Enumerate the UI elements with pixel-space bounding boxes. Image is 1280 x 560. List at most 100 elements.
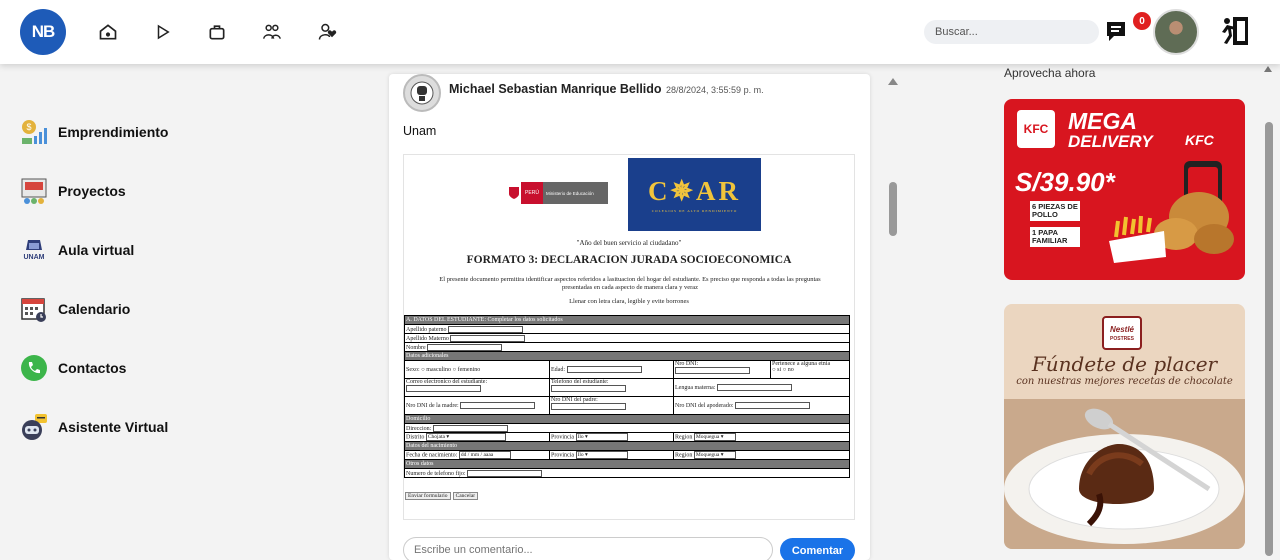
kfc-food-image xyxy=(1109,161,1234,263)
ads-heading: Aprovecha ahora xyxy=(1004,66,1096,80)
region-select[interactable]: Moquegua ▾ xyxy=(693,433,736,441)
scrollbar-thumb[interactable] xyxy=(1265,122,1273,556)
feed-scrollbar[interactable] xyxy=(884,74,902,560)
projects-icon xyxy=(20,177,48,205)
sidebar-item-emprendimiento[interactable]: $ Emprendimiento xyxy=(20,115,168,149)
ministry-label: Ministerio de Educación xyxy=(543,182,608,204)
entrepreneurship-icon: $ xyxy=(20,118,48,146)
region-nac-select[interactable]: Moquegua ▾ xyxy=(693,451,736,459)
fecha-nacimiento-field[interactable]: dd / mm / aaaa xyxy=(458,451,511,459)
form-label: Region xyxy=(675,434,693,441)
sidebar-item-asistente-virtual[interactable]: Asistente Virtual xyxy=(20,410,168,444)
form-buttons: Enviar formulario Cancelar xyxy=(405,492,480,500)
dni-field[interactable] xyxy=(675,367,750,374)
coar-logo: C✵AR COLEGIOS DE ALTO RENDIMIENTO xyxy=(628,158,761,231)
coar-subtitle: COLEGIOS DE ALTO RENDIMIENTO xyxy=(651,209,738,213)
doc-intro: El presente documento permitira identifi… xyxy=(439,276,821,291)
comment-input[interactable] xyxy=(403,537,773,560)
chocolate-cake-image xyxy=(1004,399,1245,549)
form-label: Sexo: xyxy=(406,366,420,373)
form-label: Apellido Materno xyxy=(406,335,449,342)
home-icon[interactable] xyxy=(95,19,121,45)
phone-icon xyxy=(20,354,48,382)
lengua-field[interactable] xyxy=(716,384,792,391)
sidebar-item-label: Aula virtual xyxy=(58,242,135,258)
scroll-up-arrow-icon[interactable] xyxy=(1264,66,1272,72)
sidebar-item-contactos[interactable]: Contactos xyxy=(20,351,126,385)
form-label: Nro DNI de la madre: xyxy=(406,402,459,409)
dni-padre-field[interactable] xyxy=(551,403,626,410)
post-card: Michael Sebastian Manrique Bellido 28/8/… xyxy=(389,74,870,560)
doc-title: FORMATO 3: DECLARACION JURADA SOCIOECONO… xyxy=(466,254,792,266)
kfc-offer-fries: 1 PAPA FAMILIAR xyxy=(1030,227,1080,247)
scroll-up-arrow-icon[interactable] xyxy=(888,78,898,85)
scrollbar-thumb[interactable] xyxy=(889,182,897,236)
etnia-radio[interactable]: ○ si ○ no xyxy=(772,367,794,373)
sidebar-item-calendario[interactable]: Calendario xyxy=(20,292,130,326)
post-author-name[interactable]: Michael Sebastian Manrique Bellido xyxy=(449,82,662,96)
doc-year-motto: "Año del buen servicio al ciudadano" xyxy=(576,239,682,247)
play-icon[interactable] xyxy=(150,19,176,45)
sidebar-item-proyectos[interactable]: Proyectos xyxy=(20,174,126,208)
kfc-ad-banner[interactable]: KFC MEGA DELIVERY S/39.90* 6 PIEZAS DE P… xyxy=(1004,99,1245,280)
nestle-title: Fúndete de placer xyxy=(1031,352,1218,376)
nestle-postres-logo: Nestlé POSTRES xyxy=(1102,316,1142,350)
provincia-select[interactable]: Ilo ▾ xyxy=(575,433,628,441)
user-avatar[interactable] xyxy=(1153,9,1199,55)
form-label: Apellido paterno xyxy=(406,326,447,333)
form-label: Nro DNI del apoderado: xyxy=(675,402,734,409)
app-logo[interactable]: NB xyxy=(20,9,66,55)
user-heart-icon[interactable] xyxy=(314,19,340,45)
sidebar-item-label: Calendario xyxy=(58,301,131,317)
dni-madre-field[interactable] xyxy=(460,402,536,409)
femenino-radio[interactable]: ○ femenino xyxy=(452,367,480,373)
form-label: Edad: xyxy=(551,366,565,373)
messages-icon[interactable] xyxy=(1105,20,1131,44)
unam-icon: UNAM xyxy=(20,236,48,264)
nestle-ad-banner[interactable]: Nestlé POSTRES Fúndete de placer con nue… xyxy=(1004,304,1245,549)
apellido-materno-field[interactable] xyxy=(450,334,526,342)
provincia-nac-select[interactable]: Ilo ▾ xyxy=(575,451,628,459)
form-label: Distrito xyxy=(406,434,425,441)
nombre-field[interactable] xyxy=(427,343,503,351)
telefono-fijo-field[interactable] xyxy=(466,469,542,477)
form-label: Lengua materna: xyxy=(675,384,716,391)
search-input[interactable] xyxy=(924,20,1099,44)
dni-apoderado-field[interactable] xyxy=(734,402,810,409)
form-label: Direccion: xyxy=(406,425,432,432)
form-label: Numero de telefono fijo: xyxy=(406,470,466,477)
nestle-line: POSTRES xyxy=(1110,335,1134,342)
post-author-avatar[interactable] xyxy=(403,74,441,112)
apellido-paterno-field[interactable] xyxy=(448,325,523,333)
nestle-subtitle: con nuestras mejores recetas de chocolat… xyxy=(1016,376,1233,387)
sidebar-item-label: Proyectos xyxy=(58,183,126,199)
form-label: Provincia xyxy=(551,452,574,459)
comment-button[interactable]: Comentar xyxy=(780,538,855,560)
masculino-radio[interactable]: ○ masculino xyxy=(421,367,451,373)
telefono-estudiante-field[interactable] xyxy=(551,385,626,392)
page-scrollbar[interactable] xyxy=(1262,64,1276,560)
kfc-brand-on-phone: KFC xyxy=(1185,132,1214,148)
nestle-brand: Nestlé xyxy=(1109,324,1134,334)
peru-shield-icon xyxy=(509,187,519,199)
post-document-image[interactable]: PERÚ Ministerio de Educación C✵AR COLEGI… xyxy=(403,154,855,520)
coar-title: C✵AR xyxy=(647,176,742,206)
logout-icon[interactable] xyxy=(1218,14,1252,48)
cancelar-button[interactable]: Cancelar xyxy=(452,492,479,500)
sidebar-item-aula-virtual[interactable]: UNAM Aula virtual xyxy=(20,233,134,267)
bag-icon[interactable] xyxy=(204,19,230,45)
direccion-field[interactable] xyxy=(432,424,508,432)
enviar-formulario-button[interactable]: Enviar formulario xyxy=(405,492,451,500)
notification-badge: 0 xyxy=(1133,12,1151,30)
sidebar-item-label: Contactos xyxy=(58,360,127,376)
edad-field[interactable] xyxy=(566,366,642,373)
distrito-select[interactable]: Chojata ▾ xyxy=(425,433,506,441)
group-icon[interactable] xyxy=(259,19,285,45)
correo-field[interactable] xyxy=(406,385,481,392)
form-label: Nombre xyxy=(406,344,426,351)
kfc-price: S/39.90* xyxy=(1015,167,1115,197)
form-section-a: A. DATOS DEL ESTUDIANTE: Completar los d… xyxy=(404,315,850,325)
svg-text:UNAM: UNAM xyxy=(24,254,45,261)
kfc-delivery-text: DELIVERY xyxy=(1068,132,1153,151)
peru-ministry-logo: PERÚ Ministerio de Educación xyxy=(507,182,632,204)
